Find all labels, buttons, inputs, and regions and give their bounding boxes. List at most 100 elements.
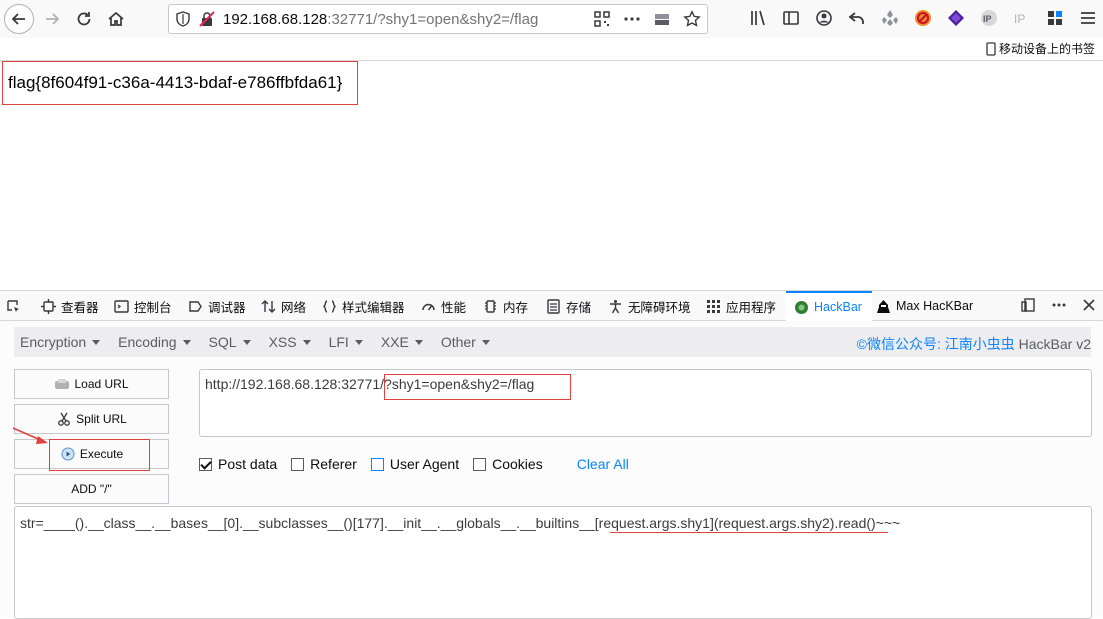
user-agent-checkbox[interactable]: User Agent	[370, 456, 459, 472]
mobile-device-icon	[986, 41, 996, 56]
ip-icon[interactable]: IP	[979, 8, 999, 28]
menu-encoding[interactable]: Encoding	[118, 334, 191, 350]
mobile-bookmarks-label: 移动设备上的书签	[998, 42, 1095, 56]
tab-application[interactable]: 应用程序	[706, 291, 776, 321]
server-icon[interactable]	[653, 10, 671, 28]
load-url-icon	[55, 379, 70, 389]
tab-hackbar[interactable]: HackBar	[786, 291, 872, 321]
tab-style-editor[interactable]: 样式编辑器	[322, 291, 405, 321]
menu-hamburger-icon[interactable]	[1078, 8, 1098, 28]
menu-xss[interactable]: XSS	[269, 334, 311, 350]
debugger-icon	[189, 300, 202, 312]
tab-console[interactable]: 控制台	[114, 291, 172, 321]
undo-icon[interactable]	[847, 8, 867, 28]
qr-code-icon[interactable]	[593, 10, 611, 28]
menu-encryption[interactable]: Encryption	[20, 334, 101, 350]
hackbar-menu: Encryption Encoding SQL XSS LFI XXE Othe…	[14, 327, 1091, 357]
checkbox[interactable]	[291, 457, 305, 471]
arrow-left-icon	[11, 13, 25, 25]
gauge-icon	[422, 303, 435, 310]
account-icon[interactable]	[814, 8, 834, 28]
url-value: http://192.168.68.128:32771/?shy1=open&s…	[205, 376, 535, 392]
play-icon	[61, 447, 75, 461]
hackbar-logo-icon	[795, 300, 808, 314]
dock-side-icon[interactable]	[1021, 297, 1037, 313]
app-grid-icon	[707, 299, 720, 313]
clear-all-link[interactable]: Clear All	[577, 456, 629, 472]
caret-down-icon	[242, 339, 251, 345]
post-data-textarea[interactable]: str=____().__class__.__bases__[0].__subc…	[14, 506, 1092, 619]
blocker-icon[interactable]	[913, 8, 933, 28]
flag-output: flag{8f604f91-c36a-4413-bdaf-e786ffbfda6…	[2, 61, 358, 105]
menu-other[interactable]: Other	[441, 334, 490, 350]
memory-chip-icon	[485, 299, 496, 313]
forward-button[interactable]	[38, 5, 66, 33]
back-button[interactable]	[4, 4, 34, 34]
tab-inspector[interactable]: 查看器	[41, 291, 99, 321]
extensions-grid-icon[interactable]	[1045, 8, 1065, 28]
sidebar-icon[interactable]	[781, 8, 801, 28]
network-arrows-icon	[261, 299, 276, 313]
scissors-icon	[58, 412, 71, 426]
tab-max-hackbar[interactable]: Max HacKBar	[876, 291, 973, 321]
more-actions-icon[interactable]	[623, 10, 641, 28]
caret-down-icon	[92, 339, 101, 345]
cookies-checkbox[interactable]: Cookies	[473, 456, 543, 472]
menu-xxe[interactable]: XXE	[381, 334, 423, 350]
caret-down-icon	[302, 339, 311, 345]
tab-performance[interactable]: 性能	[421, 291, 466, 321]
svg-text:IP: IP	[983, 14, 992, 24]
insecure-lock-icon[interactable]	[199, 11, 215, 27]
address-text[interactable]: 192.168.68.128:32771/?shy1=open&shy2=/fl…	[223, 11, 538, 28]
annotation-arrow-icon	[12, 427, 48, 444]
ip-outline-icon[interactable]: IP	[1012, 8, 1032, 28]
payload-annotation-underline	[610, 532, 888, 533]
arrow-right-icon	[46, 13, 60, 25]
console-icon	[114, 299, 129, 313]
devtools-tabbar: 查看器 控制台 调试器 网络 样式编辑器 性能 内存 存储 无障碍环境 应用程序…	[0, 291, 1103, 321]
checkbox[interactable]	[370, 457, 384, 471]
shield-icon[interactable]	[175, 11, 191, 27]
tab-memory[interactable]: 内存	[483, 291, 528, 321]
mobile-bookmarks[interactable]: 移动设备上的书签	[986, 40, 1095, 57]
caret-down-icon	[354, 339, 363, 345]
browser-toolbar: 192.168.68.128:32771/?shy1=open&shy2=/fl…	[0, 0, 1103, 56]
accessibility-icon	[610, 299, 621, 313]
checkbox[interactable]	[473, 457, 487, 471]
caret-down-icon	[414, 339, 423, 345]
address-bar[interactable]: 192.168.68.128:32771/?shy1=open&shy2=/fl…	[168, 4, 708, 34]
element-picker-button[interactable]	[6, 291, 21, 321]
menu-lfi[interactable]: LFI	[329, 334, 363, 350]
post-data-checkbox[interactable]: Post data	[199, 456, 277, 472]
devtools-panel: 查看器 控制台 调试器 网络 样式编辑器 性能 内存 存储 无障碍环境 应用程序…	[0, 290, 1103, 619]
caret-down-icon	[481, 339, 490, 345]
devtools-menu-icon[interactable]	[1051, 297, 1067, 313]
menu-sql[interactable]: SQL	[209, 334, 251, 350]
inspector-icon	[41, 298, 56, 314]
caret-down-icon	[182, 339, 191, 345]
add-slash-button[interactable]: ADD "/"	[14, 474, 169, 504]
hackbar-options: Post data Referer User Agent Cookies Cle…	[199, 456, 629, 472]
star-icon[interactable]	[683, 10, 701, 28]
checkbox-checked[interactable]	[199, 457, 212, 471]
load-url-button[interactable]: Load URL	[14, 369, 169, 399]
hacker-mask-icon	[877, 299, 890, 313]
tab-network[interactable]: 网络	[261, 291, 306, 321]
tab-debugger[interactable]: 调试器	[188, 291, 246, 321]
url-textarea[interactable]: http://192.168.68.128:32771/?shy1=open&s…	[199, 369, 1092, 437]
braces-icon	[322, 299, 337, 313]
purple-diamond-icon[interactable]	[946, 8, 966, 28]
reload-button[interactable]	[70, 5, 98, 33]
home-icon	[108, 11, 124, 26]
library-icon[interactable]	[748, 8, 768, 28]
tab-accessibility[interactable]: 无障碍环境	[608, 291, 691, 321]
extension-leaf-icon[interactable]	[880, 8, 900, 28]
post-data-value: str=____().__class__.__bases__[0].__subc…	[20, 515, 901, 531]
home-button[interactable]	[102, 5, 130, 33]
svg-text:IP: IP	[1014, 12, 1025, 26]
flag-text: flag{8f604f91-c36a-4413-bdaf-e786ffbfda6…	[8, 73, 343, 92]
close-icon[interactable]	[1081, 297, 1097, 313]
storage-icon	[547, 298, 560, 314]
referer-checkbox[interactable]: Referer	[291, 456, 357, 472]
tab-storage[interactable]: 存储	[546, 291, 591, 321]
